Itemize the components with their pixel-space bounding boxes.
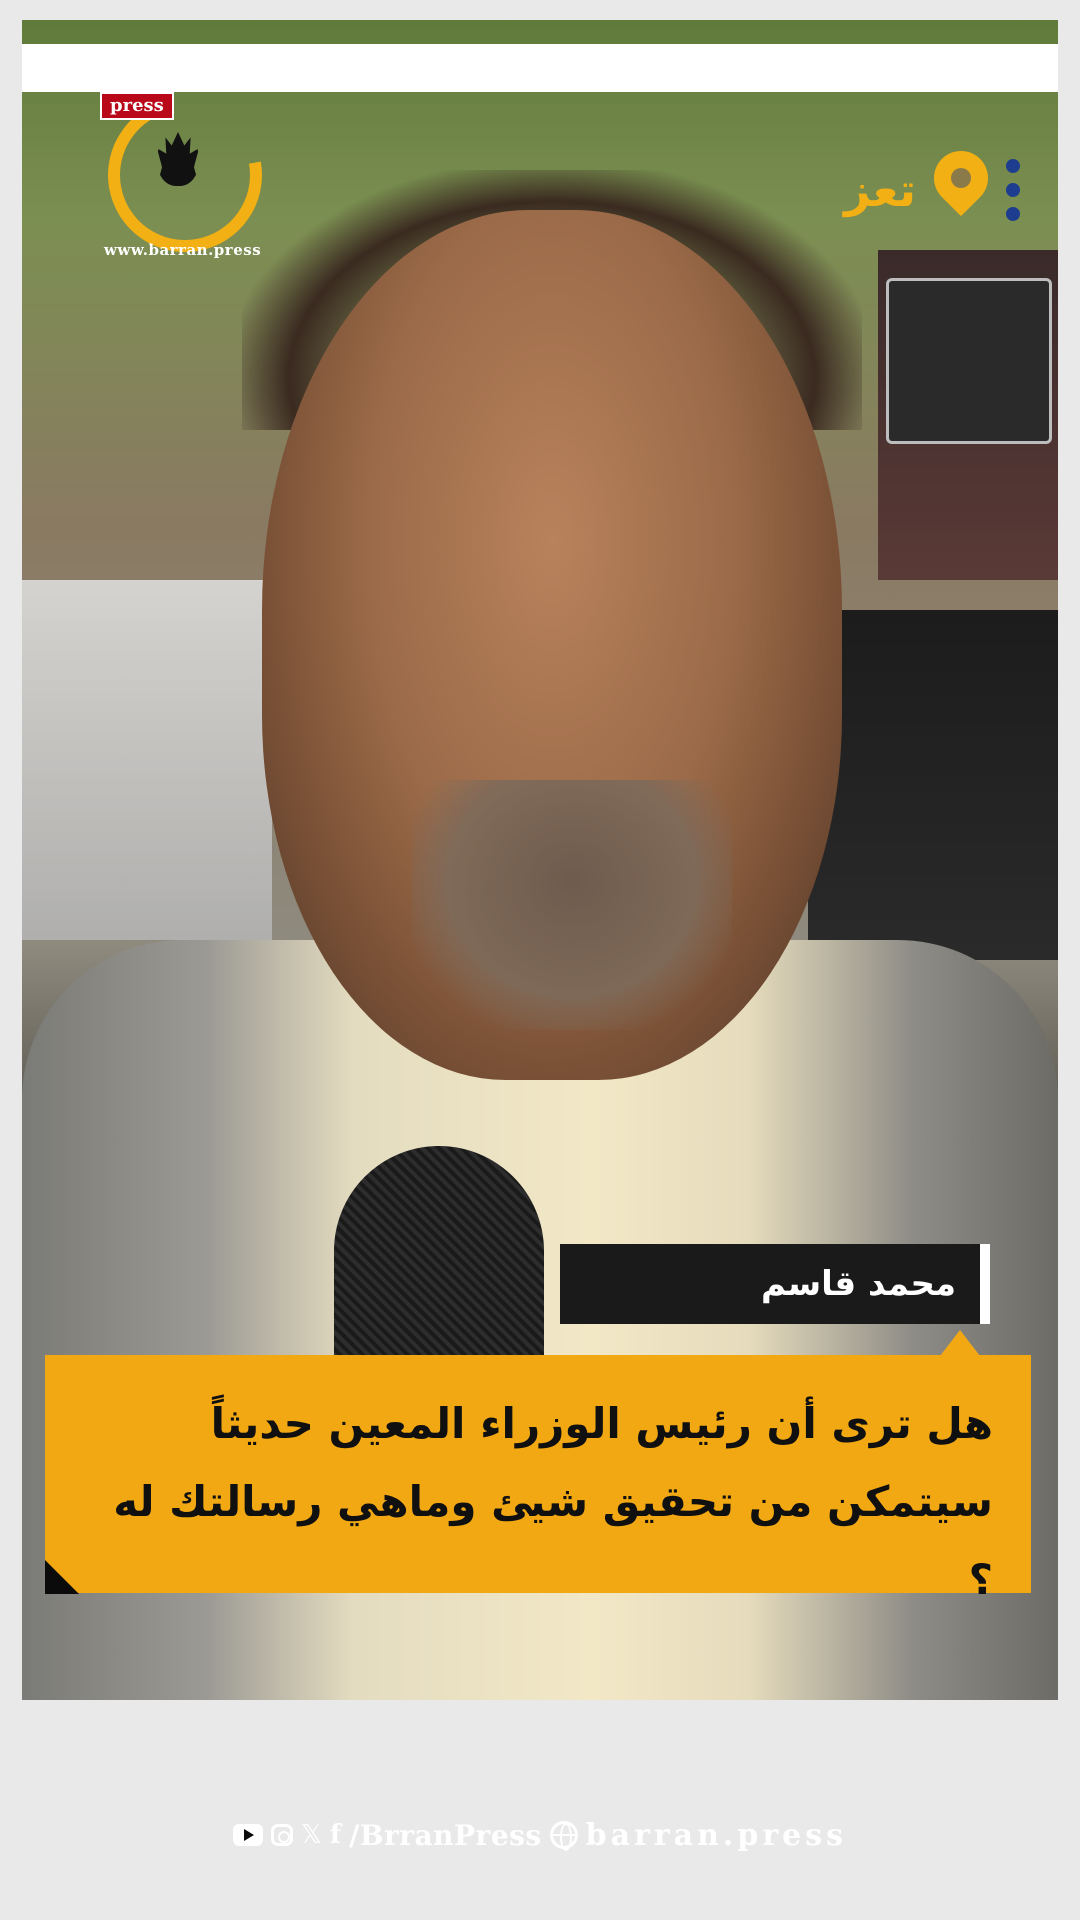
city-label: تعز — [844, 163, 916, 217]
caption-notch — [940, 1330, 980, 1356]
press-tag: press — [100, 92, 174, 120]
youtube-icon — [232, 1824, 263, 1846]
barran-press-logo: press — [77, 67, 293, 283]
speaker-name-box: محمد قاسم — [560, 1244, 990, 1324]
facebook-icon: f — [329, 1820, 342, 1850]
shop-sign — [886, 278, 1052, 444]
question-caption: هل ترى أن رئيس الوزراء المعين حديثاً سيت… — [45, 1355, 1031, 1604]
interviewee-beard — [412, 780, 732, 1030]
question-text: هل ترى أن رئيس الوزراء المعين حديثاً سيت… — [113, 1399, 993, 1604]
footer-social-bar: 𝕏 f /BrranPress barran.press — [0, 1815, 1080, 1855]
video-frame — [0, 0, 1080, 1920]
website-link: barran.press — [585, 1817, 848, 1853]
logo-website: www.barran.press — [104, 241, 262, 259]
speaker-name: محمد قاسم — [761, 1264, 956, 1304]
globe-icon — [549, 1821, 578, 1851]
top-white-bar — [22, 44, 1058, 92]
social-handle: /BrranPress — [349, 1818, 542, 1852]
instagram-icon — [270, 1824, 293, 1846]
x-icon: 𝕏 — [300, 1820, 322, 1850]
location-indicator: تعز — [844, 139, 1020, 230]
dots-icon — [1006, 159, 1020, 221]
street-background — [22, 580, 272, 940]
parked-car — [808, 610, 1058, 960]
location-pin-icon — [922, 139, 1000, 229]
